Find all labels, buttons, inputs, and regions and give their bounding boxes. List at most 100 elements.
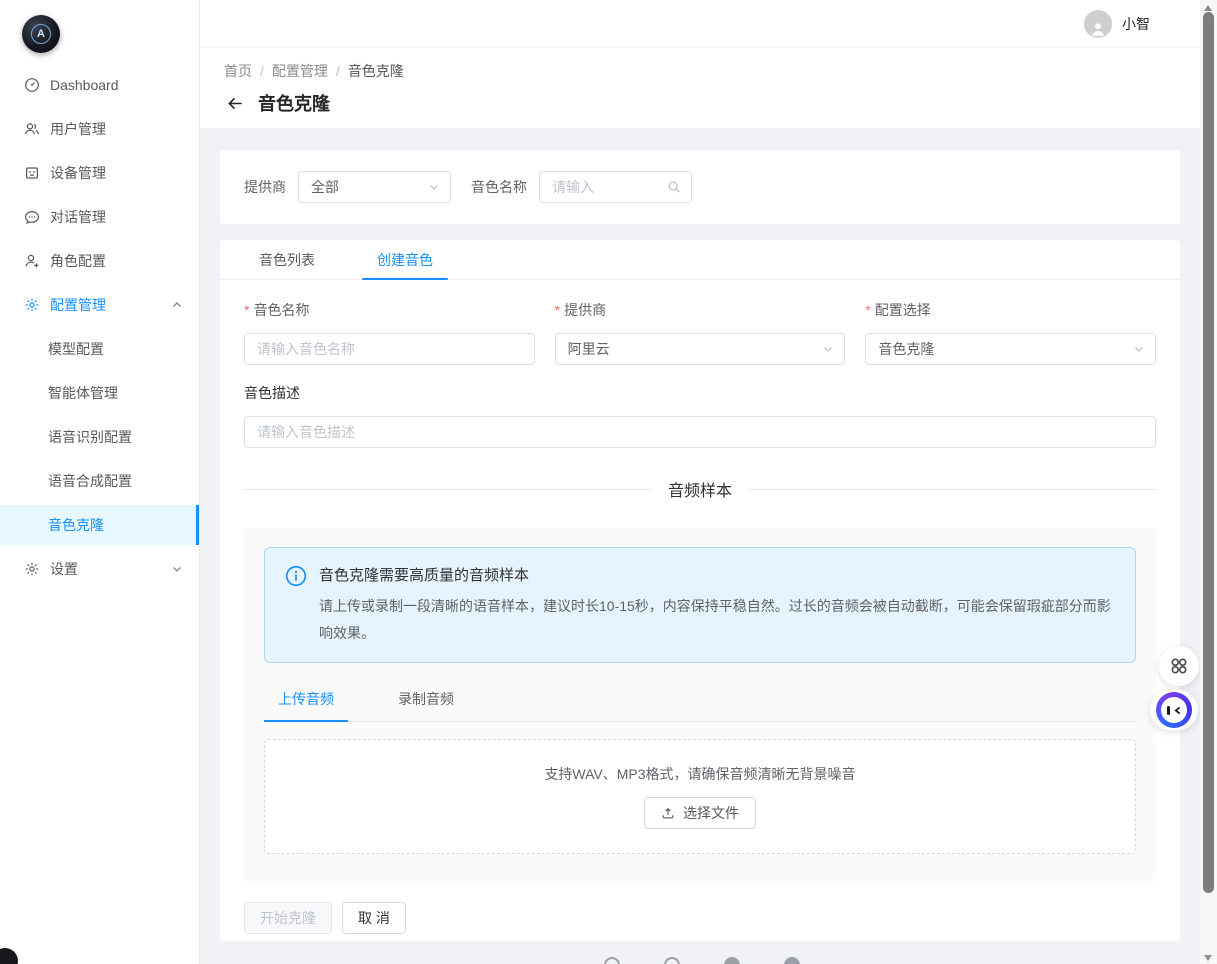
sidebar-item-label: 配置管理: [50, 295, 106, 315]
select-file-label: 选择文件: [683, 803, 739, 823]
sidebar-item-dashboard[interactable]: Dashboard: [0, 65, 199, 105]
sidebar-subitem-tts-config[interactable]: 语音合成配置: [0, 461, 199, 501]
voice-desc-label: 音色描述: [244, 383, 1156, 403]
footer-link-icon[interactable]: [784, 957, 800, 964]
tab-label: 上传音频: [278, 691, 334, 707]
sidebar-subitem-label: 语音识别配置: [48, 427, 132, 447]
voice-name-label: *音色名称: [244, 300, 535, 320]
tab-label: 创建音色: [377, 250, 433, 270]
chevron-down-icon: [171, 563, 183, 575]
upload-hint: 支持WAV、MP3格式，请确保音频清晰无背景噪音: [544, 764, 855, 784]
search-icon[interactable]: [667, 180, 681, 194]
breadcrumb-home[interactable]: 首页: [224, 61, 252, 81]
sidebar-subitem-model-config[interactable]: 模型配置: [0, 329, 199, 369]
breadcrumb-current: 音色克隆: [348, 61, 404, 81]
voice-name-input[interactable]: [257, 341, 524, 357]
top-header: 小智: [200, 0, 1200, 48]
form-actions: 开始克隆 取 消: [220, 882, 1180, 954]
tab-label: 音色列表: [259, 250, 315, 270]
config-value: 音色克隆: [878, 339, 1133, 359]
content-area: 提供商 全部 音色名称: [200, 128, 1200, 964]
audio-sample-divider: 音频样本: [244, 478, 1156, 500]
page-scrollbar[interactable]: [1200, 0, 1217, 964]
create-voice-form: *音色名称 *提供商 阿里云: [220, 280, 1180, 500]
tab-upload-audio[interactable]: 上传音频: [264, 689, 348, 721]
sidebar-item-settings[interactable]: 设置: [0, 549, 199, 589]
config-select[interactable]: 音色克隆: [865, 333, 1156, 365]
voice-name-search-field: [539, 171, 692, 203]
sidebar-subitem-asr-config[interactable]: 语音识别配置: [0, 417, 199, 457]
breadcrumb-separator: /: [336, 63, 340, 79]
device-icon: [24, 165, 40, 181]
start-clone-button[interactable]: 开始克隆: [244, 902, 332, 934]
provider-label: *提供商: [555, 300, 846, 320]
tab-label: 录制音频: [398, 691, 454, 707]
sidebar-item-label: 设备管理: [50, 163, 106, 183]
user-add-icon: [24, 253, 40, 269]
sidebar-subitem-voice-clone[interactable]: 音色克隆: [0, 505, 199, 545]
page-title: 音色克隆: [258, 90, 330, 116]
app-root: A Dashboard 用户管理 设备管理: [0, 0, 1217, 964]
voice-name-search-input[interactable]: [552, 179, 661, 195]
upload-icon: [661, 806, 675, 820]
app-logo[interactable]: A: [22, 15, 60, 53]
footer-link-icon[interactable]: [664, 957, 680, 964]
info-alert: 音色克隆需要高质量的音频样本 请上传或录制一段清晰的语音样本，建议时长10-15…: [264, 547, 1136, 663]
person-icon: [1089, 20, 1107, 38]
sidebar-item-device-management[interactable]: 设备管理: [0, 153, 199, 193]
username-text[interactable]: 小智: [1122, 14, 1150, 34]
upload-dropzone[interactable]: 支持WAV、MP3格式，请确保音频清晰无背景噪音 选择文件: [264, 739, 1136, 854]
back-button[interactable]: [224, 92, 246, 114]
provider-filter-value: 全部: [311, 177, 428, 197]
sidebar-item-label: 用户管理: [50, 119, 106, 139]
dashboard-icon: [24, 77, 40, 93]
voice-clone-card: 音色列表 创建音色 *音色名称: [220, 240, 1180, 941]
required-mark: *: [244, 302, 249, 318]
breadcrumb-config[interactable]: 配置管理: [272, 61, 328, 81]
arrow-left-icon: [226, 94, 245, 113]
user-avatar[interactable]: [1084, 10, 1112, 38]
chevron-down-icon: [428, 181, 440, 193]
users-icon: [24, 121, 40, 137]
sidebar-item-label: Dashboard: [50, 77, 119, 93]
scrollbar-thumb[interactable]: [1203, 12, 1214, 893]
audio-tabs: 上传音频 录制音频: [264, 689, 1136, 722]
alert-title: 音色克隆需要高质量的音频样本: [319, 564, 1115, 585]
cancel-button[interactable]: 取 消: [342, 902, 406, 934]
filter-bar: 提供商 全部 音色名称: [220, 150, 1180, 224]
provider-value: 阿里云: [568, 339, 823, 359]
sidebar-subitem-agent-management[interactable]: 智能体管理: [0, 373, 199, 413]
chevron-up-icon: [171, 299, 183, 311]
config-select-label: *配置选择: [865, 300, 1156, 320]
sidebar-item-label: 设置: [50, 559, 78, 579]
sidebar-item-label: 角色配置: [50, 251, 106, 271]
widget-grid-button[interactable]: [1159, 646, 1199, 686]
tab-record-audio[interactable]: 录制音频: [384, 689, 468, 721]
audio-sample-panel: 音色克隆需要高质量的音频样本 请上传或录制一段清晰的语音样本，建议时长10-15…: [244, 528, 1156, 882]
sidebar-item-user-management[interactable]: 用户管理: [0, 109, 199, 149]
page-header: 首页 / 配置管理 / 音色克隆 音色克隆: [200, 48, 1200, 128]
select-file-button[interactable]: 选择文件: [644, 797, 756, 829]
corner-widget[interactable]: [0, 948, 18, 964]
sidebar-item-dialog-management[interactable]: 对话管理: [0, 197, 199, 237]
footer-link-icon[interactable]: [604, 957, 620, 964]
tab-create-voice[interactable]: 创建音色: [362, 240, 448, 279]
scroll-down-arrow[interactable]: [1204, 955, 1212, 961]
sidebar-item-role-config[interactable]: 角色配置: [0, 241, 199, 281]
tab-voice-list[interactable]: 音色列表: [244, 240, 330, 279]
footer-link-icon[interactable]: [724, 957, 740, 964]
provider-select[interactable]: 阿里云: [555, 333, 846, 365]
gear-icon: [24, 297, 40, 313]
chevron-down-icon: [1133, 343, 1145, 355]
sidebar-item-config-management[interactable]: 配置管理: [0, 285, 199, 325]
sidebar-subitem-label: 模型配置: [48, 339, 104, 359]
voice-desc-field: [244, 416, 1156, 448]
scroll-up-arrow[interactable]: [1204, 5, 1212, 11]
alert-body: 请上传或录制一段清晰的语音样本，建议时长10-15秒，内容保持平稳自然。过长的音…: [319, 593, 1115, 646]
ai-assistant-button[interactable]: [1156, 692, 1192, 728]
chevron-down-icon: [822, 343, 834, 355]
provider-filter-select[interactable]: 全部: [298, 171, 451, 203]
voice-desc-input[interactable]: [257, 424, 1145, 440]
required-mark: *: [555, 302, 560, 318]
robot-face-icon: [1161, 697, 1187, 723]
